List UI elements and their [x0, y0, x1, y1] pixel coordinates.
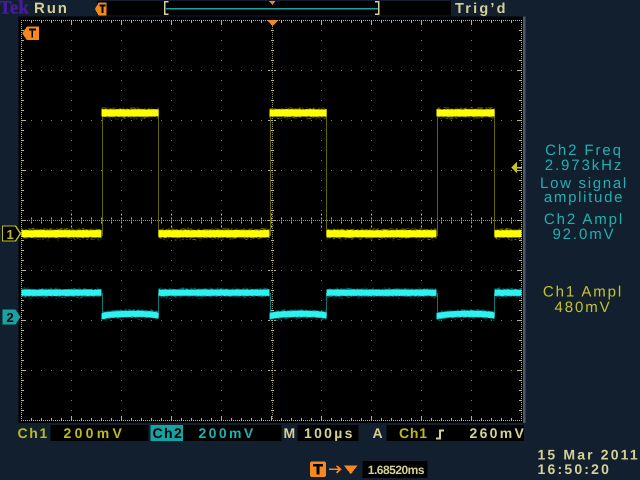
svg-text:Ch1: Ch1: [399, 425, 428, 441]
svg-text:200mV: 200mV: [64, 425, 126, 441]
svg-text:1: 1: [7, 227, 14, 242]
svg-text:200mV: 200mV: [199, 425, 256, 441]
svg-text:15 Mar 2011: 15 Mar 2011: [538, 446, 640, 462]
svg-text:480mV: 480mV: [554, 299, 611, 316]
svg-text:100µs: 100µs: [304, 425, 355, 441]
svg-text:Ch1: Ch1: [18, 425, 50, 441]
svg-text:Ch2: Ch2: [153, 425, 184, 441]
svg-text:A: A: [373, 425, 384, 441]
svg-text:amplitude: amplitude: [544, 189, 624, 206]
svg-text:Ch1 Ampl: Ch1 Ampl: [543, 284, 623, 301]
svg-text:2.973kHz: 2.973kHz: [545, 157, 624, 174]
svg-text:M: M: [284, 425, 297, 441]
svg-text:Run: Run: [34, 0, 69, 17]
svg-text:16:50:20: 16:50:20: [538, 461, 612, 477]
svg-text:260mV: 260mV: [470, 425, 527, 441]
svg-text:Trig’d: Trig’d: [455, 1, 508, 17]
svg-text:Tek: Tek: [0, 0, 29, 19]
svg-text:92.0mV: 92.0mV: [552, 226, 615, 243]
svg-text:2: 2: [7, 310, 14, 325]
svg-text:1.68520ms: 1.68520ms: [368, 463, 425, 477]
